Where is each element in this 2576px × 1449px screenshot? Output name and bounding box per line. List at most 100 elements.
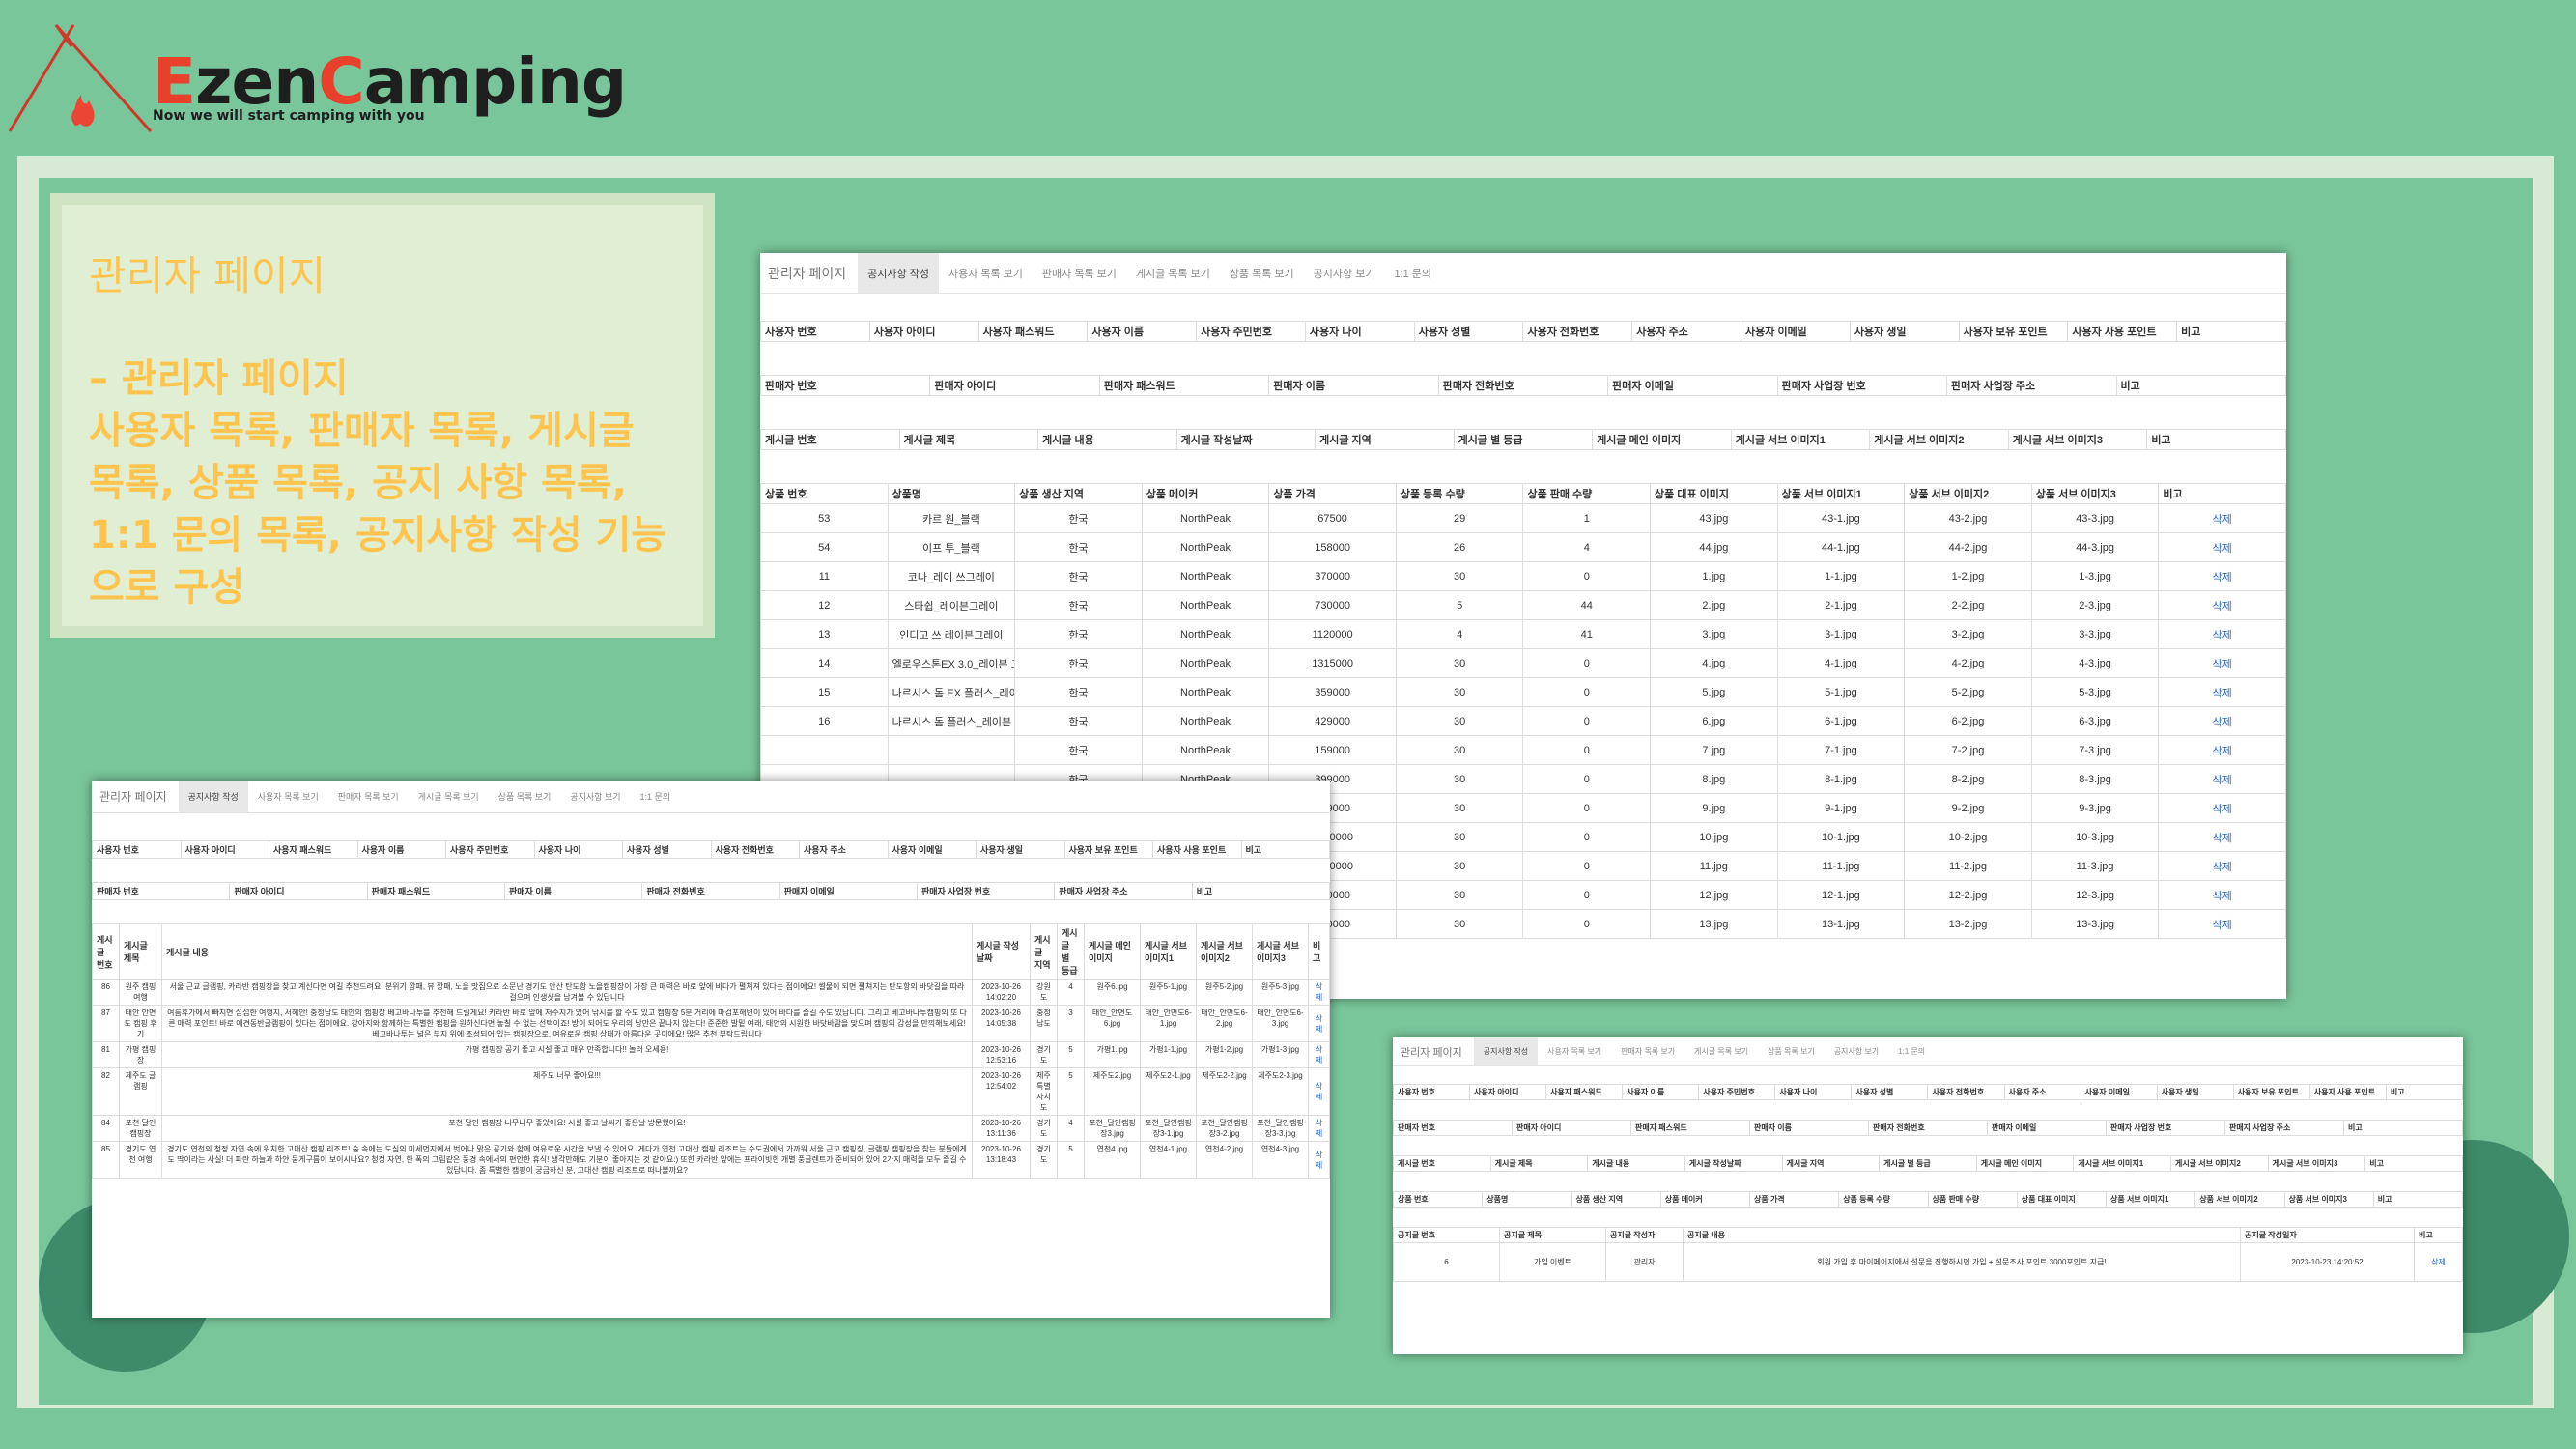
tent-fire-icon (8, 24, 153, 132)
product-col-header: 비고 (2158, 483, 2286, 504)
notice-col-header: 공지글 제목 (1499, 1227, 1606, 1243)
tab-board-list[interactable]: 게시글 목록 보기 (409, 781, 489, 812)
tab-user-list[interactable]: 사용자 목록 보기 (939, 253, 1033, 293)
delete-link[interactable]: 삭제 (2158, 590, 2286, 620)
product-sold: 0 (1522, 793, 1652, 823)
product-table: 상품 번호 상품명 상품 생산 지역 상품 메이커 상품 가격 상품 등록 수량 상품 판매… (1393, 1191, 2463, 1208)
product-main: 2.jpg (1650, 590, 1778, 620)
admin-brand[interactable]: 관리자 페이지 (99, 788, 167, 805)
tab-seller-list[interactable]: 판매자 목록 보기 (1611, 1037, 1684, 1065)
user-col-header: 사용자 패스워드 (977, 321, 1089, 342)
tab-notice-write[interactable]: 공지사항 작성 (178, 781, 248, 812)
product-reg: 4 (1395, 619, 1524, 649)
product-s3: 44-3.jpg (2030, 532, 2160, 562)
delete-link[interactable]: 삭제 (1308, 1115, 1330, 1142)
post-content: 경기도 연천의 청정 자연 속에 위치한 고대산 캠핑 리조트! 숲 속에는 도… (161, 1141, 973, 1179)
post-date: 2023-10-26 14:02:20 (972, 979, 1031, 1006)
tab-user-list[interactable]: 사용자 목록 보기 (248, 781, 328, 812)
board-col-header: 게시글 지역 (1315, 429, 1455, 450)
tab-seller-list[interactable]: 판매자 목록 보기 (1033, 253, 1126, 293)
board-col-header: 게시글 서브 이미지1 (1730, 429, 1871, 450)
product-col-header: 상품 대표 이미지 (2016, 1191, 2108, 1208)
product-main: 44.jpg (1650, 532, 1778, 562)
tab-board-list[interactable]: 게시글 목록 보기 (1126, 253, 1220, 293)
product-main: 6.jpg (1650, 706, 1778, 736)
product-row: 14엘로우스톤EX 3.0_레이븐 그레이한국NorthPeak13150003… (760, 648, 2286, 678)
tab-inquiry[interactable]: 1:1 문의 (631, 781, 681, 812)
tab-notice-write[interactable]: 공지사항 작성 (858, 253, 939, 293)
tab-user-list[interactable]: 사용자 목록 보기 (1538, 1037, 1611, 1065)
tab-notice-write[interactable]: 공지사항 작성 (1473, 1037, 1539, 1065)
delete-link[interactable]: 삭제 (2158, 706, 2286, 736)
product-sold: 0 (1522, 648, 1652, 678)
seller-table: 판매자 번호 판매자 아이디 판매자 패스워드 판매자 이름 판매자 전화번호 판매자 이… (760, 375, 2286, 396)
tab-inquiry[interactable]: 1:1 문의 (1888, 1037, 1935, 1065)
product-region: 한국 (1014, 735, 1143, 765)
board-col-header: 게시글 서브 이미지1 (2073, 1155, 2171, 1172)
delete-link[interactable]: 삭제 (2158, 793, 2286, 823)
product-s1: 1-1.jpg (1776, 561, 1906, 591)
tab-board-list[interactable]: 게시글 목록 보기 (1684, 1037, 1758, 1065)
notice-col-header: 공지글 작성자 (1605, 1227, 1684, 1243)
board-col-header: 게시글 내용 (161, 923, 973, 980)
user-col-header: 사용자 주민번호 (445, 840, 535, 859)
admin-brand[interactable]: 관리자 페이지 (1401, 1044, 1462, 1060)
delete-link[interactable]: 삭제 (2158, 561, 2286, 591)
tab-notice-list[interactable]: 공지사항 보기 (1304, 253, 1385, 293)
post-s2: 연천4-2.jpg (1196, 1141, 1253, 1179)
post-row: 82 제주도 글램핑 제주도 너무 좋아요!!! 2023-10-26 12:54:0… (92, 1067, 1330, 1116)
board-col-header: 게시글 별 등급 (1453, 429, 1594, 450)
product-s2: 5-2.jpg (1904, 677, 2032, 707)
product-main: 43.jpg (1650, 503, 1778, 533)
delete-link[interactable]: 삭제 (2158, 880, 2286, 910)
post-region: 강원도 (1030, 979, 1058, 1006)
delete-link[interactable]: 삭제 (2158, 764, 2286, 794)
delete-link[interactable]: 삭제 (2158, 677, 2286, 707)
product-main: 4.jpg (1650, 648, 1778, 678)
delete-link[interactable]: 삭제 (2158, 735, 2286, 765)
product-s2: 3-2.jpg (1904, 619, 2032, 649)
post-s1: 연천4-1.jpg (1140, 1141, 1197, 1179)
delete-link[interactable]: 삭제 (2158, 532, 2286, 562)
product-region: 한국 (1014, 503, 1143, 533)
delete-link[interactable]: 삭제 (2158, 851, 2286, 881)
product-s2: 9-2.jpg (1904, 793, 2032, 823)
delete-link[interactable]: 삭제 (2414, 1242, 2463, 1282)
user-col-header: 사용자 번호 (1393, 1084, 1471, 1100)
board-col-header: 게시글 작성날짜 (1684, 1155, 1783, 1172)
product-col-header: 상품 서브 이미지2 (2194, 1191, 2285, 1208)
delete-link[interactable]: 삭제 (2158, 909, 2286, 939)
user-col-header: 사용자 번호 (760, 321, 870, 342)
post-s3: 원주5-3.jpg (1252, 979, 1309, 1006)
delete-link[interactable]: 삭제 (1308, 1041, 1330, 1068)
delete-link[interactable]: 삭제 (1308, 979, 1330, 1006)
delete-link[interactable]: 삭제 (2158, 619, 2286, 649)
delete-link[interactable]: 삭제 (2158, 822, 2286, 852)
delete-link[interactable]: 삭제 (1308, 1141, 1330, 1179)
product-col-header: 상품 번호 (1393, 1191, 1484, 1208)
post-date: 2023-10-26 14:05:38 (972, 1005, 1031, 1042)
product-s1: 2-1.jpg (1776, 590, 1906, 620)
tab-product-list[interactable]: 상품 목록 보기 (489, 781, 561, 812)
delete-link[interactable]: 삭제 (2158, 648, 2286, 678)
tab-product-list[interactable]: 상품 목록 보기 (1220, 253, 1304, 293)
product-col-header: 상품명 (1482, 1191, 1572, 1208)
post-title: 제주도 글램핑 (119, 1067, 162, 1116)
product-s1: 4-1.jpg (1776, 648, 1906, 678)
tab-notice-list[interactable]: 공지사항 보기 (1825, 1037, 1888, 1065)
user-col-header: 사용자 생일 (2156, 1084, 2234, 1100)
post-main: 가평1.jpg (1084, 1041, 1141, 1068)
tab-seller-list[interactable]: 판매자 목록 보기 (328, 781, 409, 812)
delete-link[interactable]: 삭제 (1308, 1005, 1330, 1042)
product-region: 한국 (1014, 619, 1143, 649)
admin-brand[interactable]: 관리자 페이지 (768, 264, 846, 283)
product-s1: 8-1.jpg (1776, 764, 1906, 794)
tab-notice-list[interactable]: 공지사항 보기 (560, 781, 630, 812)
product-s1: 10-1.jpg (1776, 822, 1906, 852)
tab-inquiry[interactable]: 1:1 문의 (1384, 253, 1441, 293)
delete-link[interactable]: 삭제 (1308, 1067, 1330, 1116)
tab-product-list[interactable]: 상품 목록 보기 (1758, 1037, 1825, 1065)
delete-link[interactable]: 삭제 (2158, 503, 2286, 533)
board-col-header: 게시글 메인 이미지 (1975, 1155, 2075, 1172)
notice-col-header: 비고 (2414, 1227, 2463, 1243)
